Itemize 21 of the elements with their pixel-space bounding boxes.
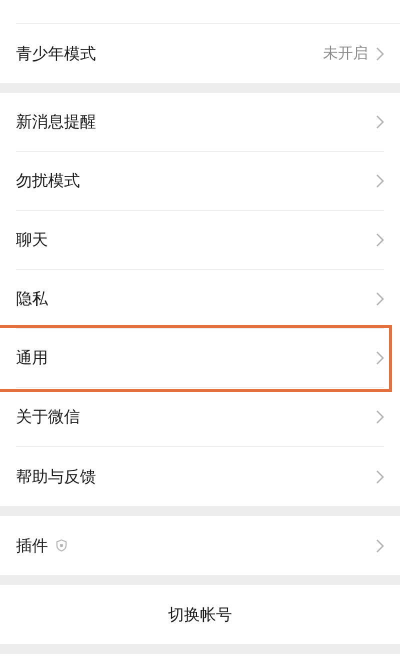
chevron-icon [376, 351, 384, 365]
chevron-icon [376, 46, 384, 60]
chevron-icon [376, 292, 384, 306]
row-label: 关于微信 [16, 406, 80, 428]
row-label: 聊天 [16, 229, 48, 251]
chevron-icon [376, 470, 384, 484]
row-label: 通用 [16, 347, 48, 369]
switch-account-text: 切换帐号 [168, 604, 232, 626]
row-label: 帮助与反馈 [16, 466, 96, 488]
row-label: 插件 [16, 534, 48, 556]
row-label: 隐私 [16, 288, 48, 310]
shield-icon [56, 539, 67, 552]
row-label: 勿扰模式 [16, 170, 80, 192]
chevron-icon [376, 410, 384, 424]
chevron-icon [376, 538, 384, 552]
chevron-icon [376, 174, 384, 188]
row-label: 青少年模式 [16, 42, 96, 64]
chevron-icon [376, 115, 384, 129]
row-label: 新消息提醒 [16, 111, 96, 133]
row-value: 未开启 [323, 43, 368, 64]
chevron-icon [376, 233, 384, 247]
